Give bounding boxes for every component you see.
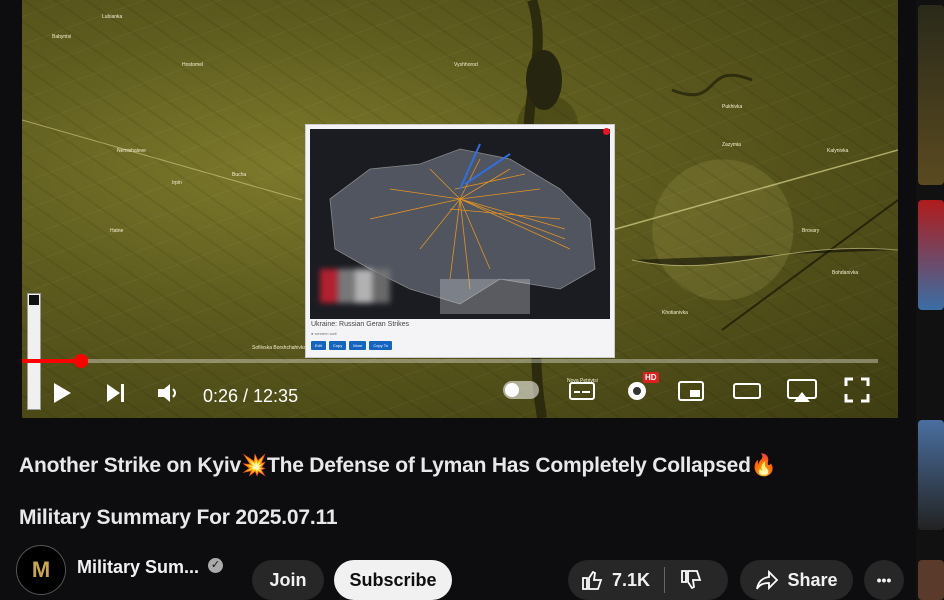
theater-icon [733, 383, 761, 399]
recommended-thumbnail[interactable] [918, 560, 944, 600]
play-button[interactable] [50, 381, 74, 405]
join-button[interactable]: Join [252, 560, 324, 600]
collision-icon: 💥 [240, 454, 267, 477]
inset-edit-button: Edit [311, 341, 326, 350]
progress-played [22, 359, 82, 363]
cast-button[interactable] [786, 378, 818, 404]
thumbs-up-icon [582, 570, 603, 590]
verified-check-icon: ✓ [208, 558, 223, 573]
map-town-label: Babyntsi [52, 34, 72, 40]
map-town-label: Bucha [232, 172, 247, 178]
skip-next-icon [107, 384, 124, 402]
strike-map [310, 129, 610, 319]
like-button[interactable]: 7.1K [568, 560, 650, 600]
autoplay-pause-icon [505, 383, 519, 397]
more-actions-button[interactable]: ••• [864, 560, 904, 600]
map-town-label: Nemishaieve [117, 148, 146, 154]
inset-subcaption: ● western wall [311, 331, 337, 336]
scrubber-handle[interactable] [74, 354, 89, 368]
theater-mode-button[interactable] [732, 380, 762, 402]
record-dot-icon [603, 128, 610, 135]
avatar-letter: M [31, 557, 51, 582]
recommended-thumbnail[interactable] [918, 420, 944, 530]
blurred-logo [320, 269, 390, 303]
fullscreen-icon [844, 377, 870, 403]
map-town-label: Hatne [110, 228, 124, 234]
like-count: 7.1K [612, 569, 651, 590]
next-button[interactable] [104, 381, 128, 405]
map-town-label: Vyshhorod [454, 62, 478, 68]
share-arrow-icon [756, 569, 779, 591]
inset-screenshot: Ukraine: Russian Geran Strikes ● western… [305, 124, 615, 358]
thumbs-down-icon [681, 570, 702, 590]
share-label: Share [787, 569, 838, 590]
map-town-label: Kalynivka [827, 148, 849, 154]
map-town-label: Irpin [172, 180, 182, 186]
map-town-label: Sofiivska Borshchahivka [252, 345, 307, 351]
inset-button-row: Edit Copy More Copy To [311, 341, 392, 350]
channel-avatar[interactable]: M [16, 545, 66, 595]
map-town-label: Hostomel [182, 62, 204, 68]
color-swatch[interactable] [29, 295, 39, 305]
play-icon [54, 383, 71, 403]
like-dislike-group: 7.1K [568, 560, 728, 600]
dislike-button[interactable] [665, 560, 703, 600]
miniplayer-button[interactable] [677, 380, 705, 402]
map-town-label: Brovary [802, 228, 820, 234]
map-town-label: Pukhivka [722, 104, 743, 110]
channel-row: M Military Sum... ✓ Join Subscribe 7.1K … [16, 545, 916, 600]
title-text-2: The Defense of Lyman Has Completely Coll… [266, 454, 751, 477]
progress-bar[interactable] [22, 354, 878, 368]
inset-more-button: More [349, 341, 367, 350]
inset-caption: Ukraine: Russian Geran Strikes [311, 321, 410, 328]
mute-button[interactable] [156, 381, 182, 405]
hd-badge: HD [643, 372, 659, 383]
map-town-label: Khotianivka [662, 310, 688, 316]
autoplay-toggle[interactable] [503, 381, 539, 399]
map-town-label: Zazymia [722, 142, 741, 148]
cast-icon [787, 379, 817, 402]
subscribe-button[interactable]: Subscribe [334, 560, 452, 600]
inset-copy-button: Copy [328, 341, 347, 350]
annotation-toolbar[interactable] [27, 293, 41, 410]
fullscreen-button[interactable] [843, 376, 871, 404]
time-display: 0:26 / 12:35 [203, 386, 299, 406]
miniplayer-icon [678, 381, 704, 401]
title-text-3: Military Summary For 2025.07.11 [19, 506, 338, 529]
volume-icon [158, 384, 176, 402]
channel-name[interactable]: Military Sum... [77, 557, 199, 578]
recommended-thumbnail[interactable] [918, 200, 944, 310]
recommended-sidebar [916, 0, 944, 600]
video-title: Another Strike on Kyiv💥The Defense of Ly… [19, 440, 909, 544]
video-player[interactable]: Lubianka Babyntsi Hostomel Nemishaieve Irpin… [22, 0, 898, 418]
subtitles-icon [569, 382, 595, 400]
inset-copyto-button: Copy To [369, 341, 392, 350]
map-town-label: Bohdanivka [832, 270, 859, 276]
recommended-thumbnail[interactable] [918, 5, 944, 185]
share-button[interactable]: Share [740, 560, 853, 600]
title-text-1: Another Strike on Kyiv [19, 454, 241, 477]
map-town-label: Lubianka [102, 14, 123, 20]
subtitles-button[interactable] [568, 380, 596, 402]
fire-icon: 🔥 [750, 454, 777, 477]
